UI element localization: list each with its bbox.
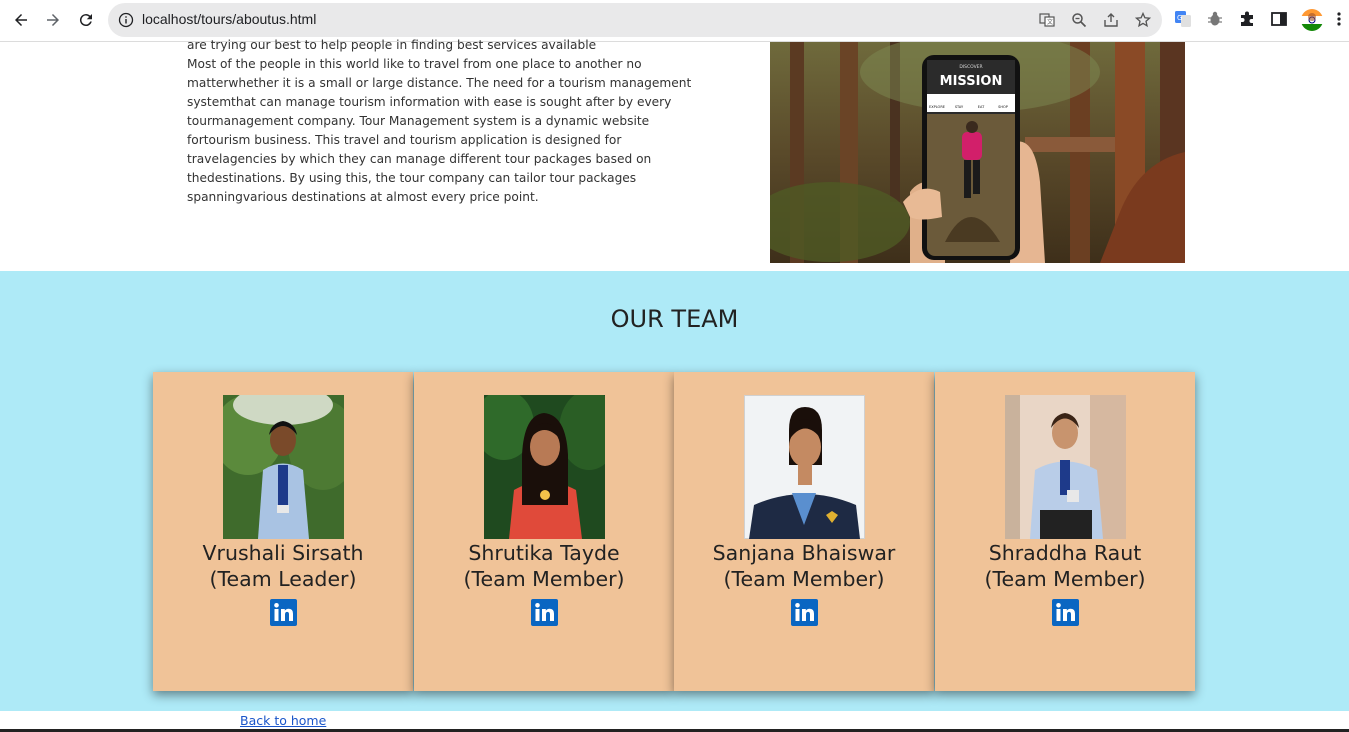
svg-text:G: G: [1177, 14, 1182, 22]
google-translate-icon[interactable]: G: [1174, 10, 1192, 28]
member-name: Shraddha Raut (Team Member): [935, 540, 1195, 592]
member-name-text: Shraddha Raut: [988, 541, 1142, 565]
linkedin-icon[interactable]: [791, 599, 818, 626]
member-name-text: Sanjana Bhaiswar: [712, 541, 896, 565]
back-arrow-icon[interactable]: [9, 8, 33, 32]
member-name: Vrushali Sirsath (Team Leader): [153, 540, 413, 592]
team-section: OUR TEAM Vrushali Sirsath (Team Leader) …: [0, 271, 1349, 711]
sidebar-icon[interactable]: [1270, 10, 1288, 28]
member-role-text: (Team Member): [984, 567, 1146, 591]
team-card: Shrutika Tayde (Team Member): [414, 372, 674, 691]
url-text: localhost/tours/aboutus.html: [142, 11, 317, 27]
share-icon[interactable]: [1103, 12, 1119, 28]
page-content: are trying our best to help people in fi…: [0, 38, 1349, 732]
member-role-text: (Team Leader): [209, 567, 357, 591]
mission-title: MISSION: [940, 74, 1003, 89]
member-photo: [1005, 395, 1126, 539]
menu-icon[interactable]: [1334, 10, 1344, 28]
team-card: Vrushali Sirsath (Team Leader): [153, 372, 413, 691]
linkedin-icon[interactable]: [270, 599, 297, 626]
member-photo: [744, 395, 865, 539]
forward-arrow-icon[interactable]: [41, 8, 65, 32]
member-photo: [223, 395, 344, 539]
info-icon[interactable]: [118, 12, 134, 28]
member-name-text: Shrutika Tayde: [468, 541, 620, 565]
team-title: OUR TEAM: [610, 305, 739, 333]
address-bar[interactable]: localhost/tours/aboutus.html 文: [108, 3, 1162, 37]
mission-tab: STAY: [955, 105, 964, 109]
mission-top-text: DISCOVER: [959, 64, 982, 70]
member-role-text: (Team Member): [463, 567, 625, 591]
svg-text:文: 文: [1047, 18, 1053, 26]
mission-tab: EAT: [978, 105, 985, 109]
linkedin-icon[interactable]: [1052, 599, 1079, 626]
translate-icon[interactable]: 文: [1039, 12, 1055, 28]
linkedin-icon[interactable]: [531, 599, 558, 626]
zoom-icon[interactable]: [1071, 12, 1087, 28]
reload-icon[interactable]: [74, 8, 98, 32]
member-name-text: Vrushali Sirsath: [202, 541, 364, 565]
team-card: Shraddha Raut (Team Member): [935, 372, 1195, 691]
about-text-top-line: are trying our best to help people in fi…: [187, 38, 597, 52]
extensions-icon[interactable]: [1238, 10, 1256, 28]
member-role-text: (Team Member): [723, 567, 885, 591]
mission-image: DISCOVER MISSION EXPLORE STAY EAT SHOP: [770, 42, 1185, 263]
about-paragraph: Most of the people in this world like to…: [187, 57, 692, 204]
mission-tab: SHOP: [998, 105, 1008, 109]
star-icon[interactable]: [1135, 12, 1151, 28]
member-name: Shrutika Tayde (Team Member): [414, 540, 674, 592]
member-photo: [484, 395, 605, 539]
member-name: Sanjana Bhaiswar (Team Member): [674, 540, 934, 592]
team-card: Sanjana Bhaiswar (Team Member): [674, 372, 934, 691]
profile-avatar[interactable]: [1300, 8, 1324, 32]
mission-tab: EXPLORE: [929, 105, 945, 109]
bug-icon[interactable]: [1206, 10, 1224, 28]
about-text: are trying our best to help people in fi…: [187, 36, 707, 207]
back-to-home-link[interactable]: Back to home: [240, 713, 326, 728]
